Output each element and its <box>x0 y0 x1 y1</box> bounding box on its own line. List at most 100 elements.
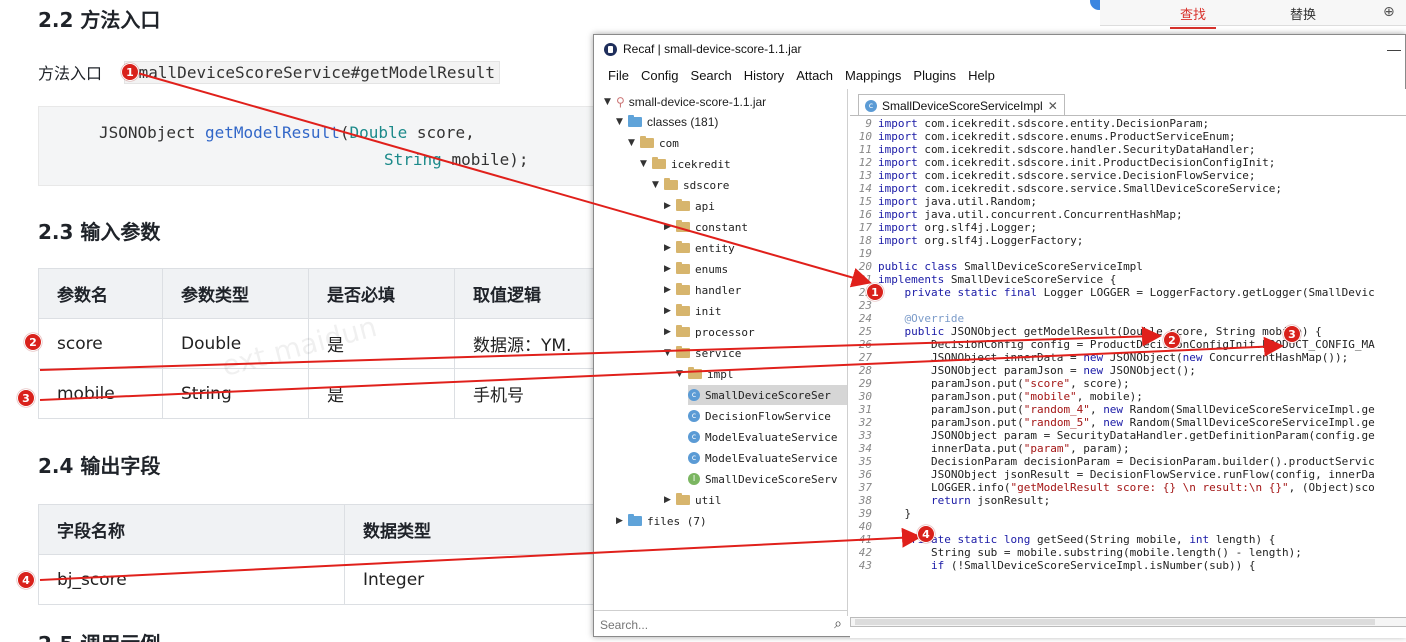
chevron-right-icon[interactable]: ▶ <box>664 306 676 316</box>
tree-node-jar[interactable]: ▼ ⚲ small-device-score-1.1.jar <box>604 92 766 112</box>
code-line[interactable]: 16 import java.util.concurrent.Concurrent… <box>850 208 1406 221</box>
code-line[interactable]: 17 import org.slf4j.Logger; <box>850 221 1406 234</box>
chevron-down-icon[interactable]: ▼ <box>676 369 688 379</box>
code-line[interactable]: 18 import org.slf4j.LoggerFactory; <box>850 234 1406 247</box>
table-header: 取值逻辑 <box>454 268 605 319</box>
code-line[interactable]: 11 import com.icekredit.sdscore.handler.S… <box>850 143 1406 156</box>
tree-node-constant[interactable]: ▶ constant <box>664 217 748 237</box>
chevron-right-icon[interactable]: ▶ <box>664 495 676 505</box>
tree-node-enums[interactable]: ▶ enums <box>664 259 728 279</box>
minimize-icon[interactable]: — <box>1387 41 1401 57</box>
code-line[interactable]: 43 if (!SmallDeviceScoreServiceImpl.isNu… <box>850 559 1406 572</box>
menu-config[interactable]: Config <box>641 68 679 83</box>
code-line[interactable]: 29 paramJson.put("score", score); <box>850 377 1406 390</box>
code-line[interactable]: 42 String sub = mobile.substring(mobile.… <box>850 546 1406 559</box>
code-line[interactable]: 39 } <box>850 507 1406 520</box>
tab-smalldevicescoreserviceimpl[interactable]: c SmallDeviceScoreServiceImpl ✕ <box>858 94 1065 116</box>
code-line[interactable]: 33 JSONObject param = SecurityDataHandle… <box>850 429 1406 442</box>
tree-node-icekredit[interactable]: ▼ icekredit <box>640 154 731 174</box>
code-area[interactable]: 9 import com.icekredit.sdscore.entity.Dec… <box>850 117 1406 617</box>
code-line[interactable]: 14 import com.icekredit.sdscore.service.S… <box>850 182 1406 195</box>
chevron-down-icon[interactable]: ▼ <box>640 159 652 169</box>
code-line[interactable]: 20 public class SmallDeviceScoreServiceIm… <box>850 260 1406 273</box>
tree-node-class[interactable]: c DecisionFlowService <box>688 406 831 426</box>
folder-icon <box>628 115 642 127</box>
menu-search[interactable]: Search <box>691 68 732 83</box>
chevron-right-icon[interactable]: ▶ <box>664 327 676 337</box>
code-line[interactable]: 36 JSONObject jsonResult = DecisionFlowS… <box>850 468 1406 481</box>
section-heading-2-4: 2.4 输出字段 <box>38 454 161 478</box>
code-line[interactable]: 15 import java.util.Random; <box>850 195 1406 208</box>
code-line[interactable]: 10 import com.icekredit.sdscore.enums.Pro… <box>850 130 1406 143</box>
code-line[interactable]: 25 public JSONObject getModelResult(Doub… <box>850 325 1406 338</box>
chevron-down-icon[interactable]: ▼ <box>664 348 676 358</box>
table-cell: 数据源：YM. <box>454 318 605 369</box>
search-icon[interactable]: ⌕ <box>834 615 842 632</box>
tree-node-sdscore[interactable]: ▼ sdscore <box>652 175 729 195</box>
chevron-down-icon[interactable]: ▼ <box>616 117 628 127</box>
tree-node-processor[interactable]: ▶ processor <box>664 322 755 342</box>
code-line[interactable]: 19 <box>850 247 1406 260</box>
chevron-right-icon[interactable]: ▶ <box>616 516 628 526</box>
code-line[interactable]: 9 import com.icekredit.sdscore.entity.Dec… <box>850 117 1406 130</box>
tree-node-entity[interactable]: ▶ entity <box>664 238 735 258</box>
code-text: JSONObject jsonResult = DecisionFlowServ… <box>878 468 1375 481</box>
menu-file[interactable]: File <box>608 68 629 83</box>
tree-node-com[interactable]: ▼ com <box>628 133 679 153</box>
tree-node-handler[interactable]: ▶ handler <box>664 280 741 300</box>
code-text: innerData.put("param", param); <box>878 442 1130 455</box>
tree-node-files[interactable]: ▶ files (7) <box>616 511 707 531</box>
line-number: 19 <box>858 247 872 260</box>
code-line[interactable]: 21 implements SmallDeviceScoreService { <box>850 273 1406 286</box>
chevron-down-icon[interactable]: ▼ <box>604 97 616 107</box>
code-line[interactable]: 35 DecisionParam decisionParam = Decisio… <box>850 455 1406 468</box>
code-line[interactable]: 27 JSONObject innerData = new JSONObject… <box>850 351 1406 364</box>
code-line[interactable]: 37 LOGGER.info("getModelResult score: {}… <box>850 481 1406 494</box>
code-line[interactable]: 24 @Override <box>850 312 1406 325</box>
code-line[interactable]: 26 DecisionConfig config = ProductDecisi… <box>850 338 1406 351</box>
tree-node-service[interactable]: ▼ service <box>664 343 741 363</box>
menu-bar: File Config Search History Attach Mappin… <box>594 63 1405 87</box>
code-editor: c SmallDeviceScoreServiceImpl ✕ 9 import … <box>850 89 1406 638</box>
replace-tab[interactable]: 替换 <box>1290 4 1316 23</box>
code-line[interactable]: 30 paramJson.put("mobile", mobile); <box>850 390 1406 403</box>
code-line[interactable]: 34 innerData.put("param", param); <box>850 442 1406 455</box>
tree-node-interface[interactable]: I SmallDeviceScoreServ <box>688 469 837 489</box>
tree-node-impl-class[interactable]: c SmallDeviceScoreSer <box>688 385 847 405</box>
param1-name: score, <box>416 123 475 142</box>
chevron-right-icon[interactable]: ▶ <box>664 201 676 211</box>
package-icon <box>676 241 690 253</box>
table-header: 字段名称 <box>38 504 345 555</box>
editor-horizontal-scrollbar[interactable] <box>850 617 1406 627</box>
tree-node-api[interactable]: ▶ api <box>664 196 715 216</box>
code-line[interactable]: 28 JSONObject paramJson = new JSONObject… <box>850 364 1406 377</box>
find-tab[interactable]: 查找 <box>1169 4 1217 29</box>
code-line[interactable]: 13 import com.icekredit.sdscore.service.D… <box>850 169 1406 182</box>
menu-mappings[interactable]: Mappings <box>845 68 901 83</box>
chevron-down-icon[interactable]: ▼ <box>652 180 664 190</box>
code-line[interactable]: 22 private static final Logger LOGGER = … <box>850 286 1406 299</box>
code-line[interactable]: 31 paramJson.put("random_4", new Random(… <box>850 403 1406 416</box>
search-options-icon[interactable]: ⊕ <box>1383 4 1395 20</box>
menu-plugins[interactable]: Plugins <box>913 68 956 83</box>
code-line[interactable]: 38 return jsonResult; <box>850 494 1406 507</box>
menu-attach[interactable]: Attach <box>796 68 833 83</box>
tree-node-init[interactable]: ▶ init <box>664 301 722 321</box>
tree-node-class[interactable]: c ModelEvaluateService <box>688 427 837 447</box>
close-icon[interactable]: ✕ <box>1048 99 1058 113</box>
code-line[interactable]: 23 <box>850 299 1406 312</box>
chevron-right-icon[interactable]: ▶ <box>664 222 676 232</box>
chevron-right-icon[interactable]: ▶ <box>664 285 676 295</box>
code-line[interactable]: 12 import com.icekredit.sdscore.init.Prod… <box>850 156 1406 169</box>
tree-node-class[interactable]: c ModelEvaluateService <box>688 448 837 468</box>
menu-help[interactable]: Help <box>968 68 995 83</box>
tree-node-util[interactable]: ▶ util <box>664 490 722 510</box>
chevron-down-icon[interactable]: ▼ <box>628 138 640 148</box>
chevron-right-icon[interactable]: ▶ <box>664 243 676 253</box>
tree-search-input[interactable]: Search... ⌕ <box>594 610 848 636</box>
tree-node-classes[interactable]: ▼ classes (181) <box>616 112 718 132</box>
chevron-right-icon[interactable]: ▶ <box>664 264 676 274</box>
menu-history[interactable]: History <box>744 68 784 83</box>
code-line[interactable]: 32 paramJson.put("random_5", new Random(… <box>850 416 1406 429</box>
tree-node-impl[interactable]: ▼ impl <box>676 364 734 384</box>
